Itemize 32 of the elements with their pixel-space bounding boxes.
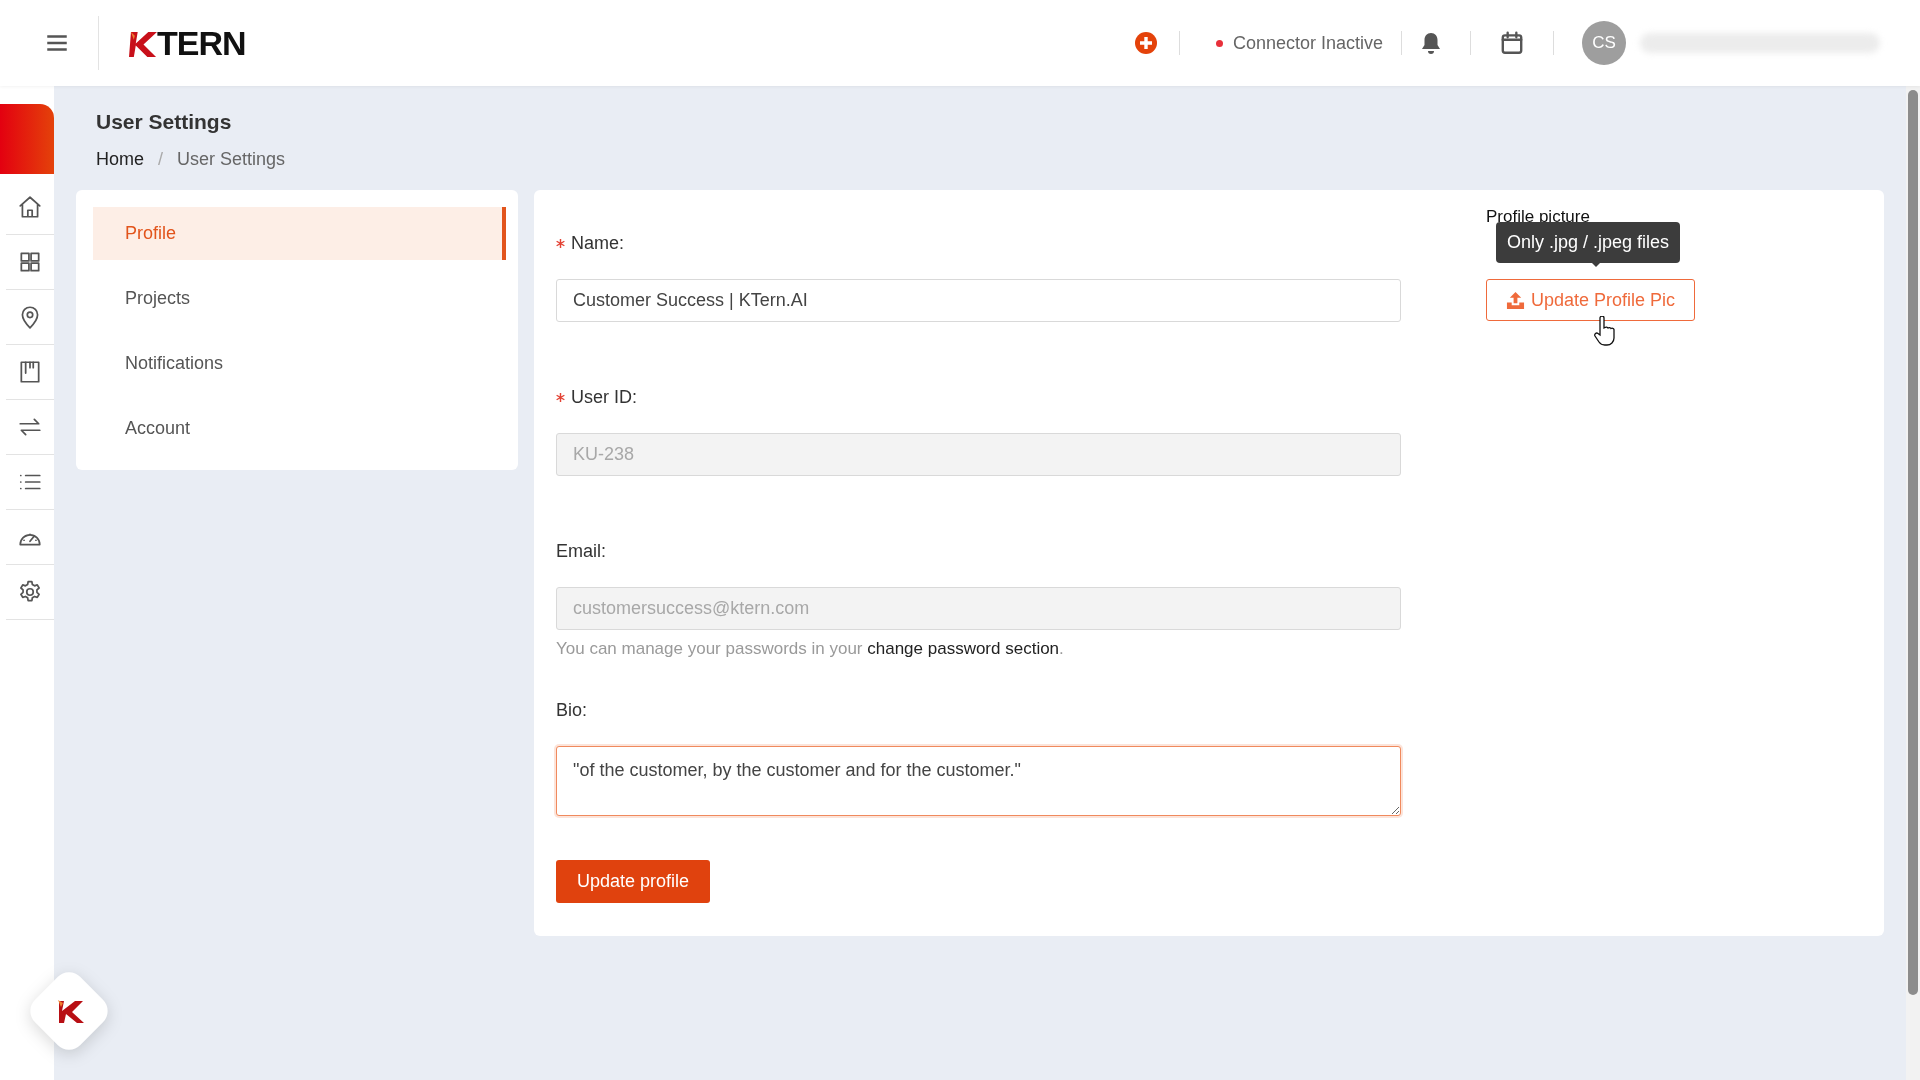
logo-text[interactable]: TERN	[157, 26, 246, 60]
brand-block	[0, 104, 54, 174]
menu-item[interactable]: Projects	[93, 271, 506, 325]
add-icon[interactable]	[1134, 32, 1157, 54]
scrollbar-thumb[interactable]	[1908, 90, 1918, 995]
menu-item[interactable]: Notifications	[93, 336, 506, 390]
field-label: User ID:	[571, 385, 637, 409]
bio-field[interactable]: "of the customer, by the customer and for the customer."	[556, 746, 1401, 816]
logo-mark-icon[interactable]	[129, 29, 157, 57]
required-mark-icon	[556, 392, 565, 402]
required-mark-icon	[556, 238, 565, 248]
tooltip-arrow-icon	[1590, 260, 1602, 267]
field-label: Name:	[571, 231, 624, 255]
field-label: Email:	[556, 539, 606, 563]
page-title: User Settings	[96, 109, 232, 135]
breadcrumb-current: User Settings	[177, 147, 286, 171]
hand-cursor-icon	[1593, 315, 1617, 346]
help-text: You can manage your passwords in your change password section.	[556, 637, 1064, 660]
connector-status: Connector Inactive	[1232, 31, 1383, 55]
update-profile-button[interactable]: Update profile	[556, 860, 711, 903]
upload-icon	[1506, 290, 1525, 310]
breadcrumb-separator: /	[158, 147, 164, 171]
tooltip: Only .jpg / .jpeg files	[1496, 221, 1681, 263]
field-label: Bio:	[556, 699, 588, 722]
home-icon[interactable]	[17, 194, 43, 220]
input-field[interactable]: Customer Success | KTern.AI	[556, 278, 1401, 322]
grid-icon[interactable]	[17, 249, 43, 275]
breadcrumb-link[interactable]: Home	[96, 145, 144, 173]
notification-bell-icon[interactable]	[1420, 31, 1442, 55]
calendar-icon[interactable]	[1499, 30, 1525, 56]
menu-item[interactable]: Account	[93, 401, 506, 455]
board-icon[interactable]	[17, 359, 43, 385]
